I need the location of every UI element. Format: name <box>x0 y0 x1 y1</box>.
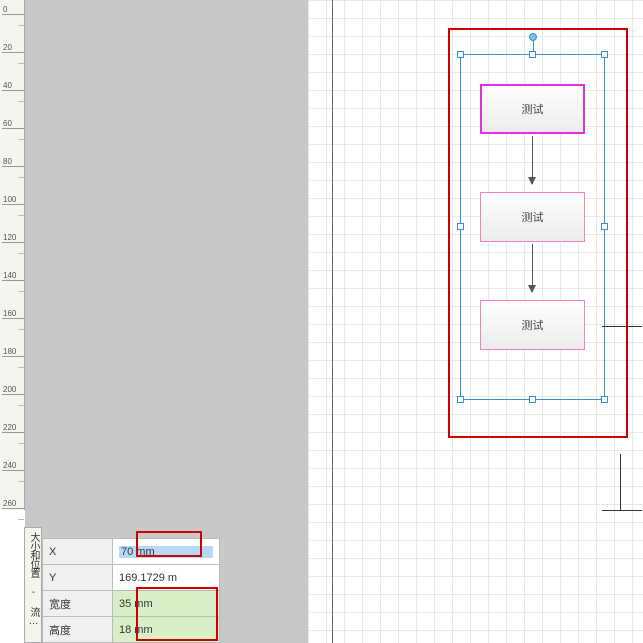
resize-handle-sw[interactable] <box>457 396 464 403</box>
connector-arrow-2[interactable] <box>532 244 533 292</box>
resize-handle-s[interactable] <box>529 396 536 403</box>
node-label: 测试 <box>522 209 544 225</box>
ruler-tick: 80 <box>2 158 25 167</box>
rotation-handle[interactable] <box>529 33 537 41</box>
ruler-minor-tick <box>18 25 24 26</box>
ruler-minor-tick <box>18 101 24 102</box>
ruler-tick: 100 <box>2 196 25 205</box>
ruler-minor-tick <box>18 253 24 254</box>
prop-row-y[interactable]: Y 169.1729 m <box>43 565 220 591</box>
property-table: X Y 169.1729 m 宽度 35 mm 高度 18 mm <box>42 538 220 643</box>
resize-handle-w[interactable] <box>457 223 464 230</box>
ruler-minor-tick <box>18 519 24 520</box>
ruler-minor-tick <box>18 329 24 330</box>
prop-value-x[interactable] <box>113 539 220 565</box>
ruler-tick: 180 <box>2 348 25 357</box>
drawing-canvas[interactable]: 测试 测试 测试 <box>308 0 643 643</box>
flowchart-node-1[interactable]: 测试 <box>480 84 585 134</box>
ruler-minor-tick <box>18 177 24 178</box>
ruler-tick: 220 <box>2 424 25 433</box>
ruler-tick: 140 <box>2 272 25 281</box>
x-input[interactable] <box>119 546 213 558</box>
ruler-minor-tick <box>18 367 24 368</box>
ruler-minor-tick <box>18 481 24 482</box>
node-label: 测试 <box>522 317 544 333</box>
flowchart-node-3[interactable]: 测试 <box>480 300 585 350</box>
prop-value-width[interactable]: 35 mm <box>113 591 220 617</box>
ruler-tick: 200 <box>2 386 25 395</box>
prop-value-height[interactable]: 18 mm <box>113 617 220 643</box>
stray-connector-h <box>602 326 642 327</box>
prop-label: 高度 <box>43 617 113 643</box>
prop-label: 宽度 <box>43 591 113 617</box>
ruler-tick: 260 <box>2 500 25 509</box>
ruler-tick: 40 <box>2 82 25 91</box>
node-label: 测试 <box>522 101 544 117</box>
ruler-tick: 0 <box>2 6 25 15</box>
ruler-tick: 240 <box>2 462 25 471</box>
ruler-tick: 120 <box>2 234 25 243</box>
resize-handle-se[interactable] <box>601 396 608 403</box>
ruler-tick: 60 <box>2 120 25 129</box>
property-panel-title: 大小和位置 - 流… <box>24 527 42 643</box>
vertical-ruler: 0 20 40 60 80 100 120 140 160 180 200 220 240 260 <box>0 0 25 510</box>
ruler-minor-tick <box>18 405 24 406</box>
ruler-minor-tick <box>18 139 24 140</box>
ruler-minor-tick <box>18 63 24 64</box>
prop-row-height[interactable]: 高度 18 mm <box>43 617 220 643</box>
ruler-tick: 20 <box>2 44 25 53</box>
page-edge <box>332 0 333 643</box>
connector-arrow-1[interactable] <box>532 136 533 184</box>
flowchart-node-2[interactable]: 测试 <box>480 192 585 242</box>
resize-handle-nw[interactable] <box>457 51 464 58</box>
resize-handle-e[interactable] <box>601 223 608 230</box>
stray-connector-h2 <box>602 510 642 511</box>
prop-row-x[interactable]: X <box>43 539 220 565</box>
resize-handle-ne[interactable] <box>601 51 608 58</box>
stray-connector-v <box>620 454 621 510</box>
prop-label: Y <box>43 565 113 591</box>
prop-row-width[interactable]: 宽度 35 mm <box>43 591 220 617</box>
resize-handle-n[interactable] <box>529 51 536 58</box>
ruler-minor-tick <box>18 291 24 292</box>
ruler-minor-tick <box>18 443 24 444</box>
prop-value-y[interactable]: 169.1729 m <box>113 565 220 591</box>
ruler-minor-tick <box>18 215 24 216</box>
ruler-tick: 160 <box>2 310 25 319</box>
prop-label: X <box>43 539 113 565</box>
